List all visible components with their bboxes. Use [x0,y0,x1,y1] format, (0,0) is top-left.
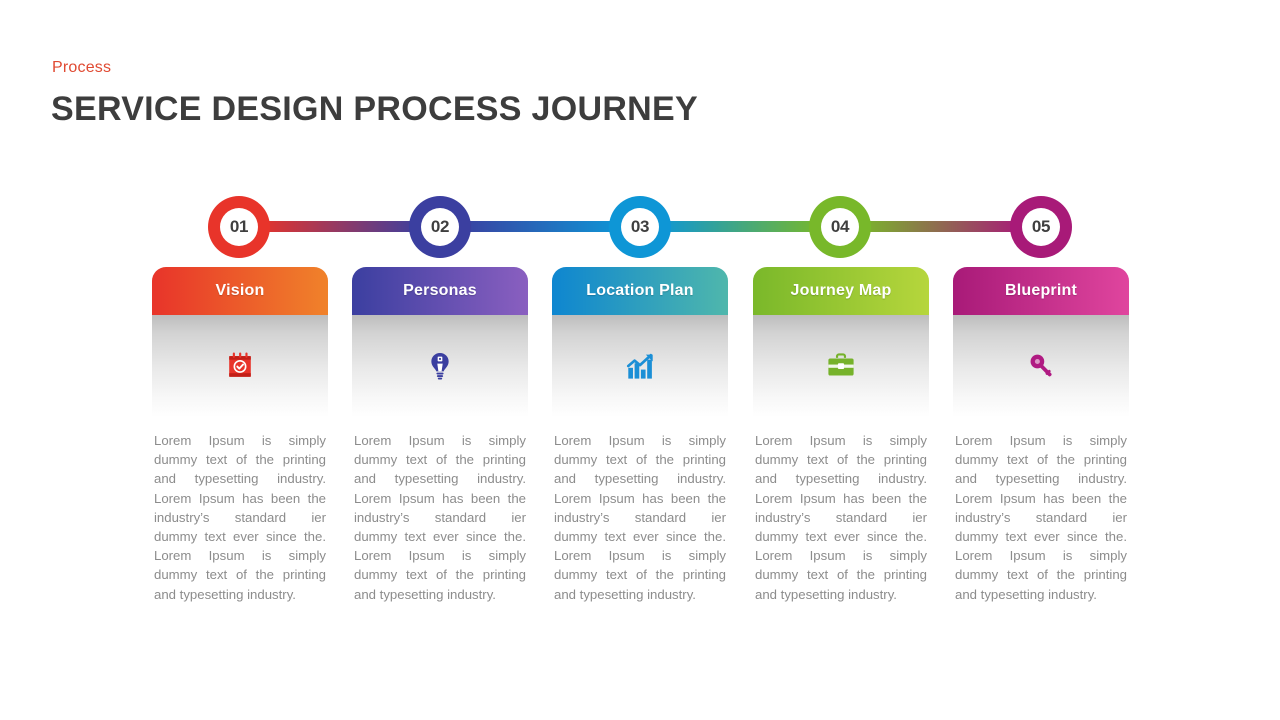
card-title: Location Plan [552,267,728,315]
timeline-node-01[interactable]: 01 [208,196,270,258]
card-title: Blueprint [953,267,1129,315]
timeline-node-number: 05 [1022,208,1060,246]
process-card-05[interactable]: Blueprint Lorem Ipsum is simply dummy tex… [953,267,1129,604]
timeline-node-02[interactable]: 02 [409,196,471,258]
card-description: Lorem Ipsum is simply dummy text of the … [554,433,726,602]
card-icon-area [953,315,1129,417]
card-title: Journey Map [753,267,929,315]
timeline-node-03[interactable]: 03 [609,196,671,258]
timeline-connector [458,221,622,232]
timeline-node-number: 04 [821,208,859,246]
card-description: Lorem Ipsum is simply dummy text of the … [955,433,1127,602]
key-icon [1021,346,1061,386]
timeline-connector [257,221,422,232]
process-card-01[interactable]: Vision Lorem Ipsum is simply dummy text o… [152,267,328,604]
card-icon-area [352,315,528,417]
page-title: SERVICE DESIGN PROCESS JOURNEY [51,90,698,128]
process-timeline: 01 02 03 04 05 [0,196,1280,258]
process-card-02[interactable]: Personas Lorem Ipsum is simply dummy text… [352,267,528,604]
card-title: Personas [352,267,528,315]
card-description: Lorem Ipsum is simply dummy text of the … [354,433,526,602]
timeline-node-05[interactable]: 05 [1010,196,1072,258]
card-title: Vision [152,267,328,315]
process-cards: Vision Lorem Ipsum is simply dummy text o… [0,267,1280,667]
card-icon-area [552,315,728,417]
timeline-connector [658,221,822,232]
briefcase-icon [821,346,861,386]
timeline-node-number: 01 [220,208,258,246]
timeline-connector [858,221,1023,232]
process-card-04[interactable]: Journey Map Lorem Ipsum is simply dummy t… [753,267,929,604]
process-card-03[interactable]: Location Plan Lorem Ipsum is simply dummy… [552,267,728,604]
kicker-label: Process [52,59,112,76]
lightbulb-icon [420,346,460,386]
card-icon-area [152,315,328,417]
slide-canvas: Process SERVICE DESIGN PROCESS JOURNEY 0… [0,0,1280,720]
timeline-node-04[interactable]: 04 [809,196,871,258]
timeline-node-number: 02 [421,208,459,246]
bar-chart-growth-icon [620,346,660,386]
card-icon-area [753,315,929,417]
card-description: Lorem Ipsum is simply dummy text of the … [755,433,927,602]
card-description: Lorem Ipsum is simply dummy text of the … [154,433,326,602]
calendar-check-icon [220,346,260,386]
timeline-node-number: 03 [621,208,659,246]
